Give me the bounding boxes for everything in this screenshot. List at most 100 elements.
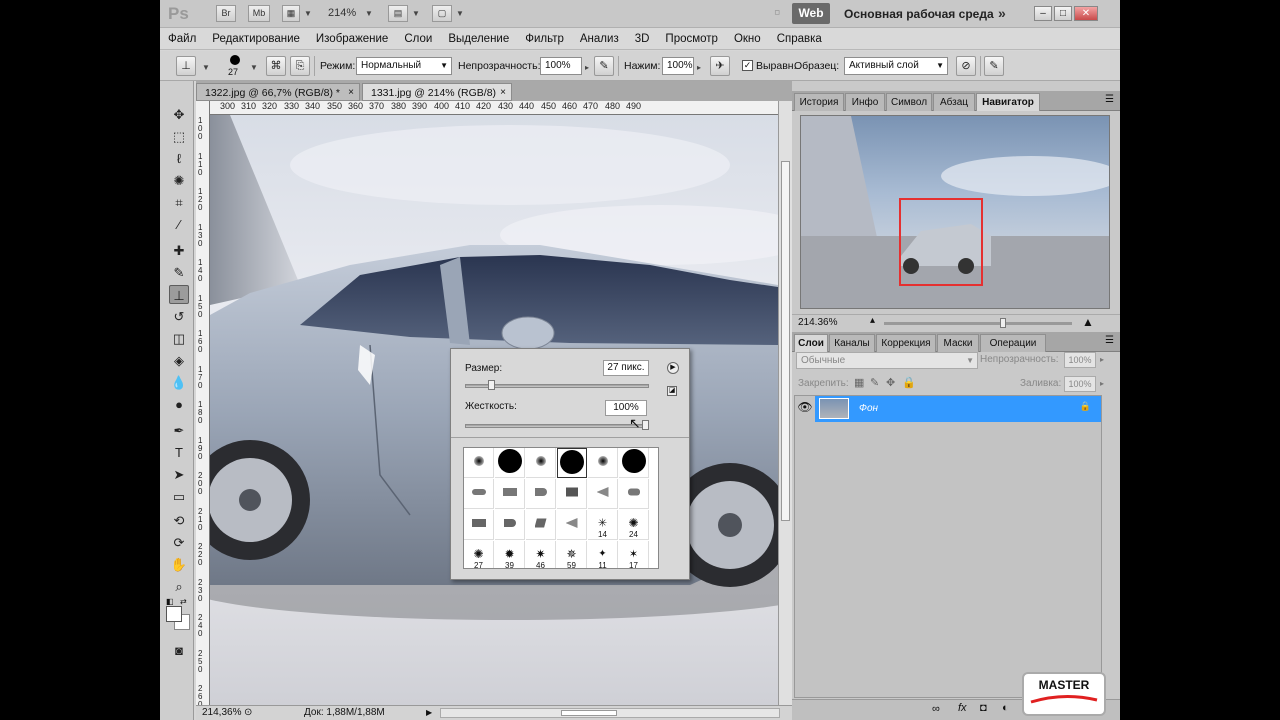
brush-preset[interactable] <box>526 479 556 509</box>
chevron-down-icon[interactable]: ▼ <box>304 9 312 18</box>
menu-window[interactable]: Окно <box>726 28 769 49</box>
size-slider-thumb[interactable] <box>488 380 495 390</box>
aligned-checkbox[interactable]: ✓ <box>742 60 753 71</box>
quick-mask-icon[interactable]: ◙ <box>169 641 189 660</box>
zoom-out-icon[interactable]: ▴ <box>870 315 875 326</box>
panel-menu-icon[interactable]: ☰ <box>1105 335 1114 346</box>
link-layers-icon[interactable]: ∞ <box>932 703 940 715</box>
dodge-tool-icon[interactable]: ● <box>169 395 189 414</box>
panel-menu-icon[interactable]: ☰ <box>1105 94 1114 105</box>
layer-style-icon[interactable]: fx <box>958 702 967 714</box>
brush-preset[interactable]: ✹ 39 <box>495 541 525 568</box>
workspace-more-button[interactable]: » <box>998 5 1006 21</box>
tab-layers[interactable]: Слои <box>794 334 828 352</box>
opacity-field[interactable]: 100% <box>540 57 582 75</box>
web-workspace-button[interactable]: Web <box>792 3 830 24</box>
menu-image[interactable]: Изображение <box>308 28 396 49</box>
document-canvas[interactable]: Размер: 27 пикс. ▶ ◪ Жесткость: 100% ↖ ✳… <box>210 115 778 705</box>
add-mask-icon[interactable]: ◘ <box>980 702 987 714</box>
brush-preset[interactable] <box>495 448 525 478</box>
zoom-slider[interactable] <box>884 318 1072 328</box>
brush-preset[interactable] <box>557 479 587 509</box>
blend-mode-select[interactable]: Обычные ▼ <box>796 352 978 369</box>
tab-history[interactable]: История <box>794 93 844 111</box>
lock-position-icon[interactable]: ✥ <box>886 376 895 389</box>
tab-navigator[interactable]: Навигатор <box>976 93 1040 111</box>
3d-rotate-tool-icon[interactable]: ⟲ <box>169 511 189 530</box>
quick-selection-tool-icon[interactable]: ✺ <box>169 171 189 190</box>
tab-1331[interactable]: 1331.jpg @ 214% (RGB/8) × <box>362 83 512 101</box>
brush-preset[interactable]: ✺ 24 <box>619 510 649 540</box>
shape-tool-icon[interactable]: ▭ <box>169 487 189 506</box>
lock-all-icon[interactable]: 🔒 <box>902 376 916 389</box>
blur-tool-icon[interactable]: 💧 <box>169 373 189 392</box>
brush-preset[interactable] <box>495 510 525 540</box>
view-extras-button[interactable]: ▦ <box>282 5 300 22</box>
lock-transparency-icon[interactable]: ▦ <box>854 376 864 389</box>
brush-preset[interactable] <box>619 448 649 478</box>
clone-source-icon[interactable]: ⎘ <box>290 56 310 76</box>
zoom-slider-thumb[interactable] <box>1000 318 1006 328</box>
navigator-zoom-value[interactable]: 214.36% <box>798 317 837 328</box>
lock-pixels-icon[interactable]: ✎ <box>870 376 879 389</box>
marquee-tool-icon[interactable]: ⬚ <box>169 127 189 146</box>
hardness-slider[interactable] <box>465 424 649 428</box>
path-selection-tool-icon[interactable]: ➤ <box>169 465 189 484</box>
chevron-down-icon[interactable]: ▼ <box>412 9 420 18</box>
brush-panel-icon[interactable]: ⌘ <box>266 56 286 76</box>
scrollbar-thumb[interactable] <box>781 161 790 521</box>
hand-tool-icon[interactable]: ✋ <box>169 555 189 574</box>
hardness-field[interactable]: 100% <box>605 400 647 416</box>
navigator-view-frame[interactable] <box>899 198 983 286</box>
cs-live-icon[interactable]: ▫ <box>774 2 780 23</box>
close-tab-icon[interactable]: × <box>500 84 506 102</box>
menu-file[interactable]: Файл <box>160 28 204 49</box>
eyedropper-tool-icon[interactable]: ⁄ <box>169 215 189 234</box>
tab-info[interactable]: Инфо <box>845 93 885 111</box>
sample-select[interactable]: Активный слой ▼ <box>844 57 948 75</box>
flow-field[interactable]: 100% <box>662 57 694 75</box>
clone-stamp-tool-preset-icon[interactable]: ⊥ <box>176 56 196 76</box>
brush-preset[interactable] <box>557 510 587 540</box>
maximize-button[interactable]: □ <box>1054 6 1072 21</box>
brush-preset[interactable] <box>588 448 618 478</box>
screen-mode-button[interactable]: ▢ <box>432 5 452 22</box>
canvas-vertical-scrollbar[interactable] <box>778 101 792 705</box>
chevron-right-icon[interactable]: ▸ <box>1100 355 1104 364</box>
tab-adjustments[interactable]: Коррекция <box>876 334 936 352</box>
brush-preset-selected[interactable] <box>557 448 587 478</box>
brush-preset[interactable] <box>619 479 649 509</box>
eraser-tool-icon[interactable]: ◫ <box>169 329 189 348</box>
chevron-down-icon[interactable]: ▼ <box>202 63 210 72</box>
brush-preset[interactable] <box>526 510 556 540</box>
layer-row-background[interactable]: Фон 🔒 <box>815 396 1101 422</box>
menu-help[interactable]: Справка <box>769 28 830 49</box>
zoom-tool-icon[interactable]: ⌕ <box>169 577 189 596</box>
eye-visibility-icon[interactable]: 👁 <box>797 400 813 418</box>
brush-preset[interactable] <box>588 479 618 509</box>
brush-preset[interactable]: ✺ 27 <box>464 541 494 568</box>
chevron-down-icon[interactable]: ▼ <box>250 63 258 72</box>
mode-select[interactable]: Нормальный ▼ <box>356 57 452 75</box>
chevron-right-icon[interactable]: ▸ <box>697 63 701 72</box>
history-brush-tool-icon[interactable]: ↺ <box>169 307 189 326</box>
brush-preset[interactable]: ✦ 11 <box>588 541 618 568</box>
minimize-button[interactable]: – <box>1034 6 1052 21</box>
move-tool-icon[interactable]: ✥ <box>169 105 189 124</box>
menu-edit[interactable]: Редактирование <box>204 28 308 49</box>
color-swatches[interactable] <box>166 606 192 632</box>
menu-3d[interactable]: 3D <box>627 28 658 49</box>
close-tab-icon[interactable]: × <box>348 84 354 102</box>
close-window-button[interactable]: ✕ <box>1074 6 1098 21</box>
brush-preset[interactable]: ✵ 59 <box>557 541 587 568</box>
bridge-button[interactable]: Br <box>216 5 236 22</box>
chevron-right-icon[interactable]: ▶ <box>426 706 432 720</box>
layer-opacity-field[interactable]: 100% <box>1064 352 1096 368</box>
brush-tool-icon[interactable]: ✎ <box>169 263 189 282</box>
adjustment-layer-icon[interactable]: ◐ <box>1002 702 1009 714</box>
paint-bucket-tool-icon[interactable]: ◈ <box>169 351 189 370</box>
menu-analysis[interactable]: Анализ <box>572 28 627 49</box>
menu-select[interactable]: Выделение <box>440 28 517 49</box>
tab-paragraph[interactable]: Абзац <box>933 93 975 111</box>
ignore-adjustment-layers-icon[interactable]: ⊘ <box>956 56 976 76</box>
